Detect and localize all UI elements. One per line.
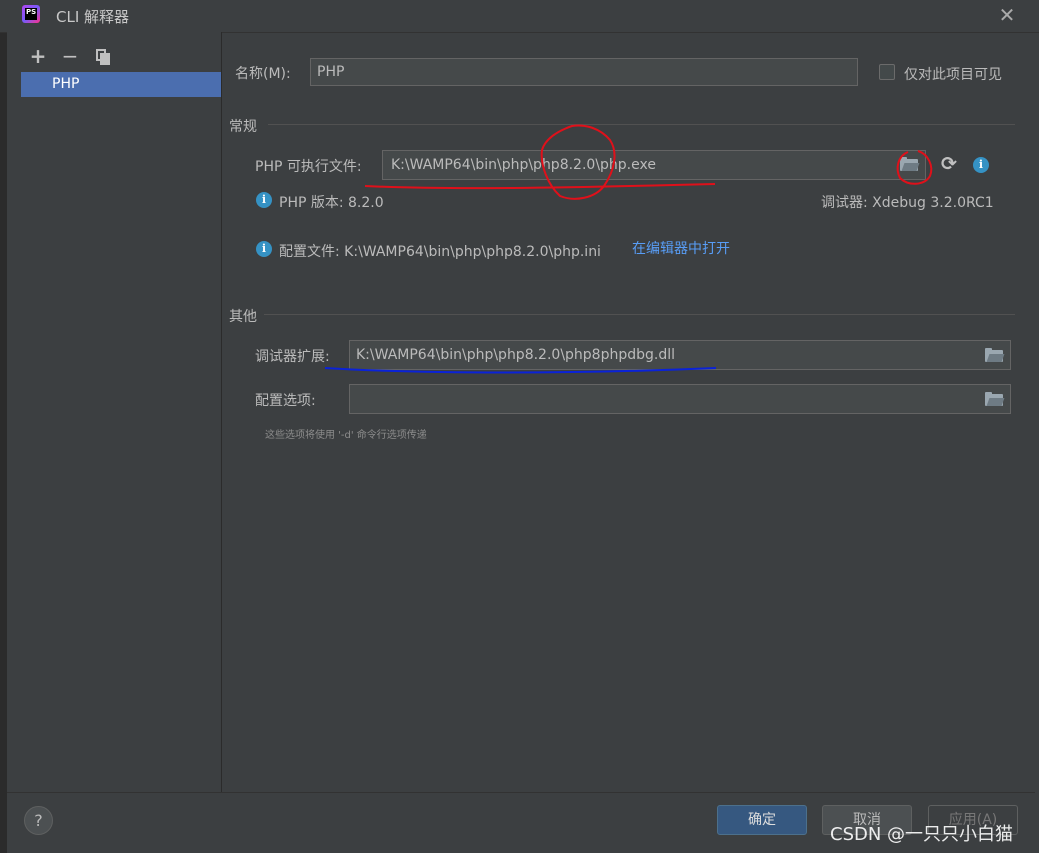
general-section-title: 常规 xyxy=(229,119,257,135)
other-section-title: 其他 xyxy=(229,309,257,325)
general-separator xyxy=(268,124,1015,125)
name-input[interactable] xyxy=(310,58,858,86)
visible-only-checkbox[interactable] xyxy=(879,64,895,80)
php-exe-label: PHP 可执行文件: xyxy=(255,159,362,175)
php-exe-value: K:\WAMP64\bin\php\php8.2.0\php.exe xyxy=(391,157,656,173)
config-options-input[interactable] xyxy=(349,384,1011,414)
debugger-text: 调试器: Xdebug 3.2.0RC1 xyxy=(821,195,994,211)
php-exe-field[interactable]: K:\WAMP64\bin\php\php8.2.0\php.exe xyxy=(382,150,926,180)
folder-icon[interactable] xyxy=(900,157,920,171)
close-icon[interactable]: ✕ xyxy=(995,3,1019,27)
info-icon: i xyxy=(256,192,272,208)
ok-button[interactable]: 确定 xyxy=(717,805,807,835)
other-separator xyxy=(264,314,1015,315)
title-bar: PS CLI 解释器 ✕ xyxy=(0,0,1039,33)
help-button[interactable]: ? xyxy=(24,806,53,835)
debugger-ext-label: 调试器扩展: xyxy=(255,349,330,365)
open-in-editor-link[interactable]: 在编辑器中打开 xyxy=(632,238,730,258)
visible-only-label: 仅对此项目可见 xyxy=(904,67,1002,83)
plus-icon[interactable]: + xyxy=(27,45,49,67)
config-options-hint: 这些选项将使用 '-d' 命令行选项传递 xyxy=(265,430,427,441)
window-title: CLI 解释器 xyxy=(56,8,130,26)
sidebar-item-label: PHP xyxy=(52,76,80,92)
config-options-label: 配置选项: xyxy=(255,393,316,409)
copy-icon[interactable] xyxy=(91,45,113,67)
config-file-text: 配置文件: K:\WAMP64\bin\php\php8.2.0\php.ini xyxy=(279,244,601,260)
left-edge-strip xyxy=(0,0,7,853)
name-label: 名称(M): xyxy=(235,66,291,82)
sidebar-item-php[interactable]: PHP xyxy=(21,72,221,97)
refresh-icon[interactable]: ⟳ xyxy=(938,153,960,175)
folder-icon[interactable] xyxy=(985,392,1005,406)
info-icon[interactable]: i xyxy=(973,157,989,173)
red-underline-annotation xyxy=(364,183,716,190)
minus-icon[interactable]: − xyxy=(59,45,81,67)
phpstorm-app-icon: PS xyxy=(22,5,40,23)
folder-icon[interactable] xyxy=(985,348,1005,362)
watermark: CSDN @一只只小白猫 xyxy=(830,824,1014,845)
footer-divider xyxy=(7,792,1035,793)
php-version-text: PHP 版本: 8.2.0 xyxy=(279,195,384,211)
info-icon: i xyxy=(256,241,272,257)
debugger-ext-field[interactable]: K:\WAMP64\bin\php\php8.2.0\php8phpdbg.dl… xyxy=(349,340,1011,370)
interpreter-list-panel: + − PHP xyxy=(7,32,222,792)
debugger-ext-value: K:\WAMP64\bin\php\php8.2.0\php8phpdbg.dl… xyxy=(356,347,676,363)
